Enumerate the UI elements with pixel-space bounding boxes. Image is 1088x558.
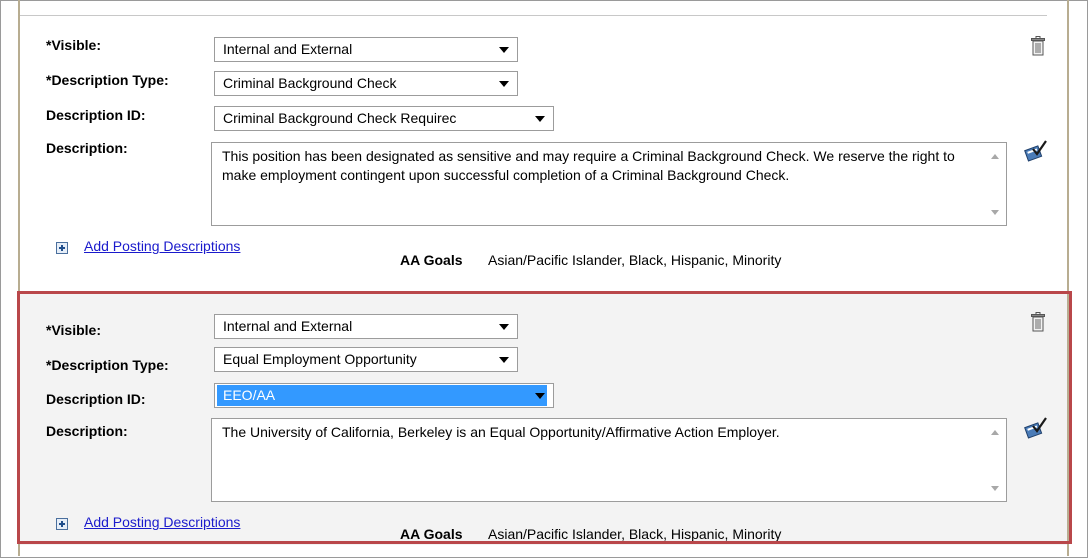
scroll-up-icon[interactable] [991,154,999,159]
posting-description-card-1: *Visible: Internal and External *Descrip… [20,17,1067,283]
description-type-select[interactable]: Criminal Background Check [214,71,518,96]
visible-label: *Visible: [46,37,101,53]
chevron-down-icon [499,324,509,330]
description-textarea[interactable]: The University of California, Berkeley i… [211,418,1007,502]
aa-goals-label: AA Goals [400,526,463,542]
description-id-select[interactable]: EEO/AA [214,383,554,408]
plus-icon[interactable] [56,518,68,530]
spell-check-icon[interactable] [1023,140,1047,162]
right-rule [1067,0,1069,556]
chevron-down-icon [499,357,509,363]
aa-goals-value: Asian/Pacific Islander, Black, Hispanic,… [488,252,782,268]
description-id-select[interactable]: Criminal Background Check Requirec [214,106,554,131]
spell-check-icon[interactable] [1023,417,1047,439]
scroll-down-icon[interactable] [991,210,999,215]
scroll-up-icon[interactable] [991,430,999,435]
chevron-down-icon [535,393,545,399]
add-posting-descriptions-link[interactable]: Add Posting Descriptions [84,514,240,530]
visible-select[interactable]: Internal and External [214,37,518,62]
chevron-down-icon [499,81,509,87]
aa-goals-value: Asian/Pacific Islander, Black, Hispanic,… [488,526,782,542]
description-label: Description: [46,423,128,439]
description-textarea[interactable]: This position has been designated as sen… [211,142,1007,226]
scroll-down-icon[interactable] [991,486,999,491]
add-posting-descriptions-link[interactable]: Add Posting Descriptions [84,238,240,254]
description-id-label: Description ID: [46,107,146,123]
trash-icon[interactable] [1031,36,1045,56]
description-type-select[interactable]: Equal Employment Opportunity [214,347,518,372]
description-label: Description: [46,140,128,156]
divider [20,15,1047,16]
description-text: This position has been designated as sen… [222,148,955,183]
visible-select[interactable]: Internal and External [214,314,518,339]
chevron-down-icon [499,47,509,53]
description-type-label: *Description Type: [46,72,169,88]
chevron-down-icon [535,116,545,122]
description-type-label: *Description Type: [46,357,169,373]
aa-goals-label: AA Goals [400,252,463,268]
posting-description-card-2: *Visible: Internal and External *Descrip… [20,293,1067,545]
trash-icon[interactable] [1031,312,1045,332]
description-id-label: Description ID: [46,391,146,407]
plus-icon[interactable] [56,242,68,254]
visible-label: *Visible: [46,322,101,338]
description-text: The University of California, Berkeley i… [222,424,780,440]
